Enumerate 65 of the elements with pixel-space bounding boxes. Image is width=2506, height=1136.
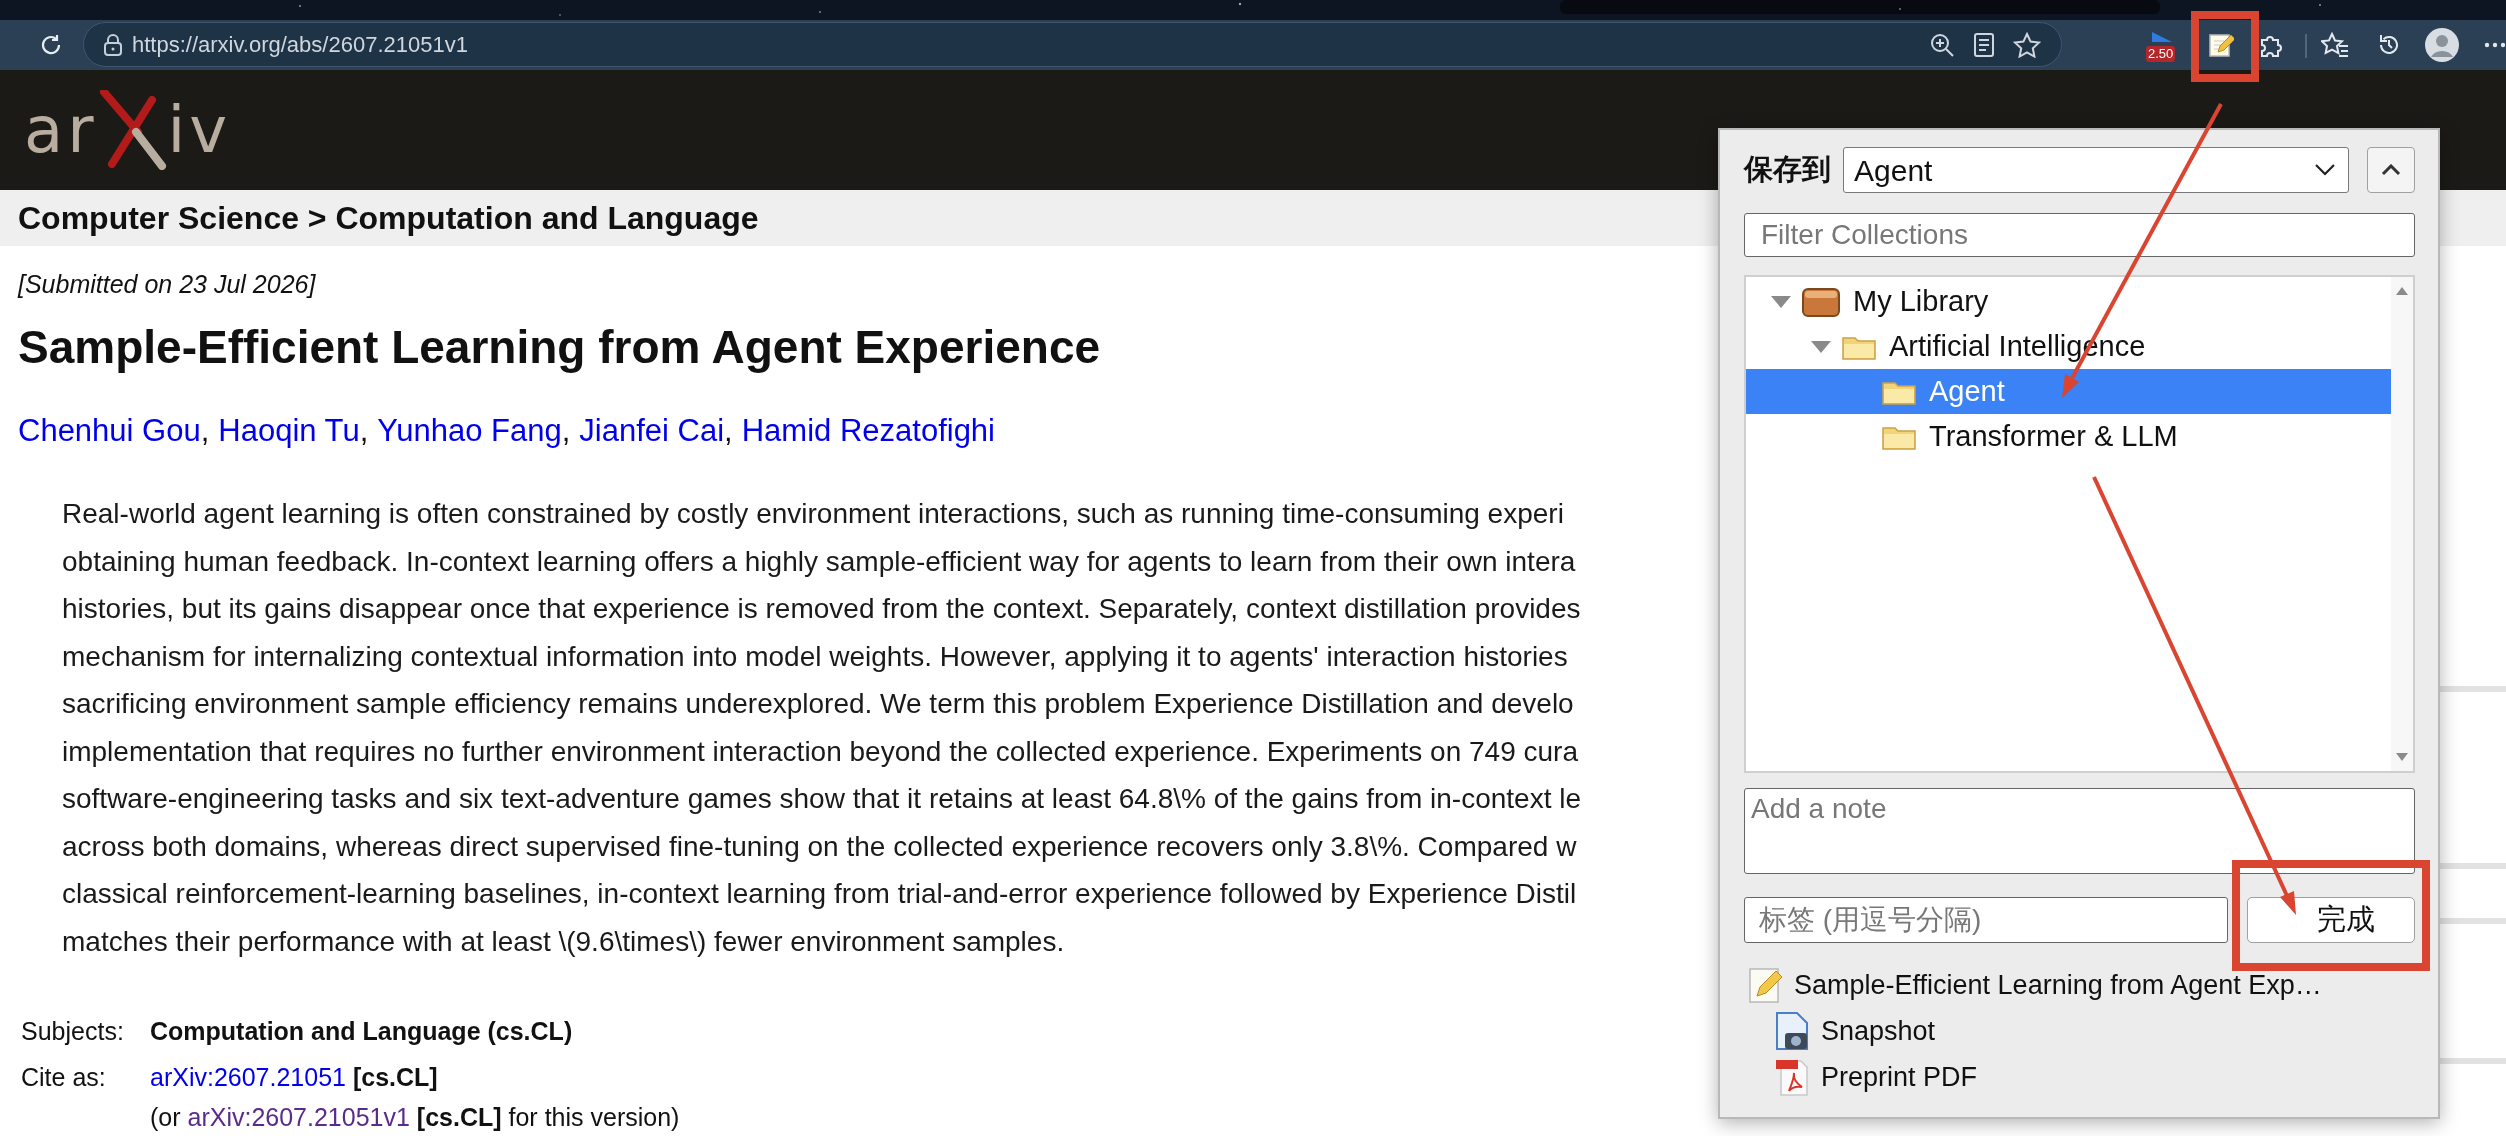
count-badge: 2.50 [2146,46,2176,62]
tree-item[interactable]: Agent [1746,369,2391,414]
collapse-button[interactable] [2367,147,2415,193]
abstract-line: sacrificing environment sample efficiency remains underexplored. We term this problem Experience Distillation and develo [62,687,1574,721]
tree-item[interactable]: Transformer & LLM [1746,414,2391,459]
abstract-line: matches their performance with at least \(9.6\times\) fewer environment samples. [62,924,1065,959]
field-label: Cite as: [21,1062,106,1093]
citation-link[interactable]: arXiv:2607.21051 [150,1063,346,1091]
breadcrumb[interactable]: Computer Science > Computation and Language [18,194,759,242]
abstract-line: mechanism for internalizing contextual information into model weights. However, applying it to agents' interaction histories [62,639,1568,674]
submission-date: [Submitted on 23 Jul 2026] [18,269,316,300]
version-link[interactable]: arXiv:2607.21051v1 [187,1103,410,1131]
field-label: Subjects: [21,1016,124,1047]
abstract-line: implementation that requires no further environment interaction beyond the collected experience. Experiments on 749 cura [62,734,1578,769]
star-icon[interactable] [2013,31,2041,58]
note-pencil-icon [1748,966,1782,1004]
done-button[interactable]: 完成 [2247,897,2415,943]
tree-item[interactable]: My Library [1746,279,2391,324]
chevron-down-icon [2314,163,2336,177]
citation-text: arXiv:2607.21051 [cs.CL] [150,1062,438,1093]
page-camera-icon [1775,1011,1809,1051]
save-to-label: 保存到 [1744,152,1832,188]
comma: , [200,412,210,450]
author-link[interactable]: Yunhao Fang [377,411,562,451]
abstract-line: across both domains, whereas direct supervised fine-tuning on the collected experience recovers only 3.8\%. Compared w [62,829,1577,864]
subject-value: Computation and Language (cs.CL) [150,1016,573,1047]
tags-field[interactable]: 标签 (用逗号分隔) [1744,897,2228,943]
abstract-line: Real-world agent learning is often constrained by costly environment interactions, such as running time-consuming experi [62,497,1564,531]
lock-icon[interactable] [102,32,124,57]
note-pencil-icon[interactable] [2208,32,2234,58]
paper-title: Sample-Efficient Learning from Agent Experience [18,320,1101,375]
arxiv-logo[interactable]: ar iv [24,90,232,170]
address-bar[interactable]: https://arxiv.org/abs/2607.21051v1 [83,22,2062,67]
abstract-line: histories, but its gains disappear once that experience is removed from the context. Separately, context distillation provides [62,592,1581,626]
attachment-item[interactable]: Preprint PDF [1821,1056,1978,1098]
author-link[interactable]: Jianfei Cai [579,411,725,451]
expand-triangle-icon[interactable] [1770,294,1792,309]
avatar-icon[interactable] [2425,28,2459,62]
author-link[interactable]: Hamid Rezatofighi [741,411,995,451]
scroll-down-icon[interactable] [2396,753,2408,761]
attachment-item[interactable]: Sample-Efficient Learning from Agent Exp… [1794,964,2322,1006]
comma: , [561,412,571,450]
url-text[interactable]: https://arxiv.org/abs/2607.21051v1 [132,28,468,61]
version-note: (or arXiv:2607.21051v1 [cs.CL] for this version) [150,1102,680,1132]
chevron-up-icon [2381,164,2401,176]
more-icon[interactable] [2484,42,2506,48]
attachment-item[interactable]: Snapshot [1821,1010,1936,1052]
reader-icon[interactable] [1973,31,1995,58]
expand-triangle-icon[interactable] [1810,339,1832,354]
author-link[interactable]: Chenhui Gou [18,411,201,451]
pdf-file-icon [1775,1057,1809,1097]
author-link[interactable]: Haoqin Tu [218,411,360,451]
note-field[interactable]: Add a note [1744,788,2415,874]
comma: , [724,412,733,450]
abstract-line: obtaining human feedback. In-context learning offers a highly sample-efficient way for agents to learn from their own intera [62,544,1576,579]
scroll-up-icon[interactable] [2396,287,2408,295]
abstract-line: software-engineering tasks and six text-adventure games show that it retains at least 64.8\% of the gains from in-context le [62,782,1581,816]
cabinet-icon [1802,286,1840,317]
zoom-icon[interactable] [1929,31,1955,58]
collection-dropdown[interactable]: Agent [1843,147,2349,193]
favorites-icon[interactable] [2321,32,2349,58]
comma: , [359,412,369,450]
highlight-frame [2191,11,2259,82]
abstract-line: classical reinforcement-learning baselines, in-context learning from trial-and-error experience followed by Experience Distil [62,877,1577,911]
filter-field[interactable]: Filter Collections [1744,213,2415,257]
